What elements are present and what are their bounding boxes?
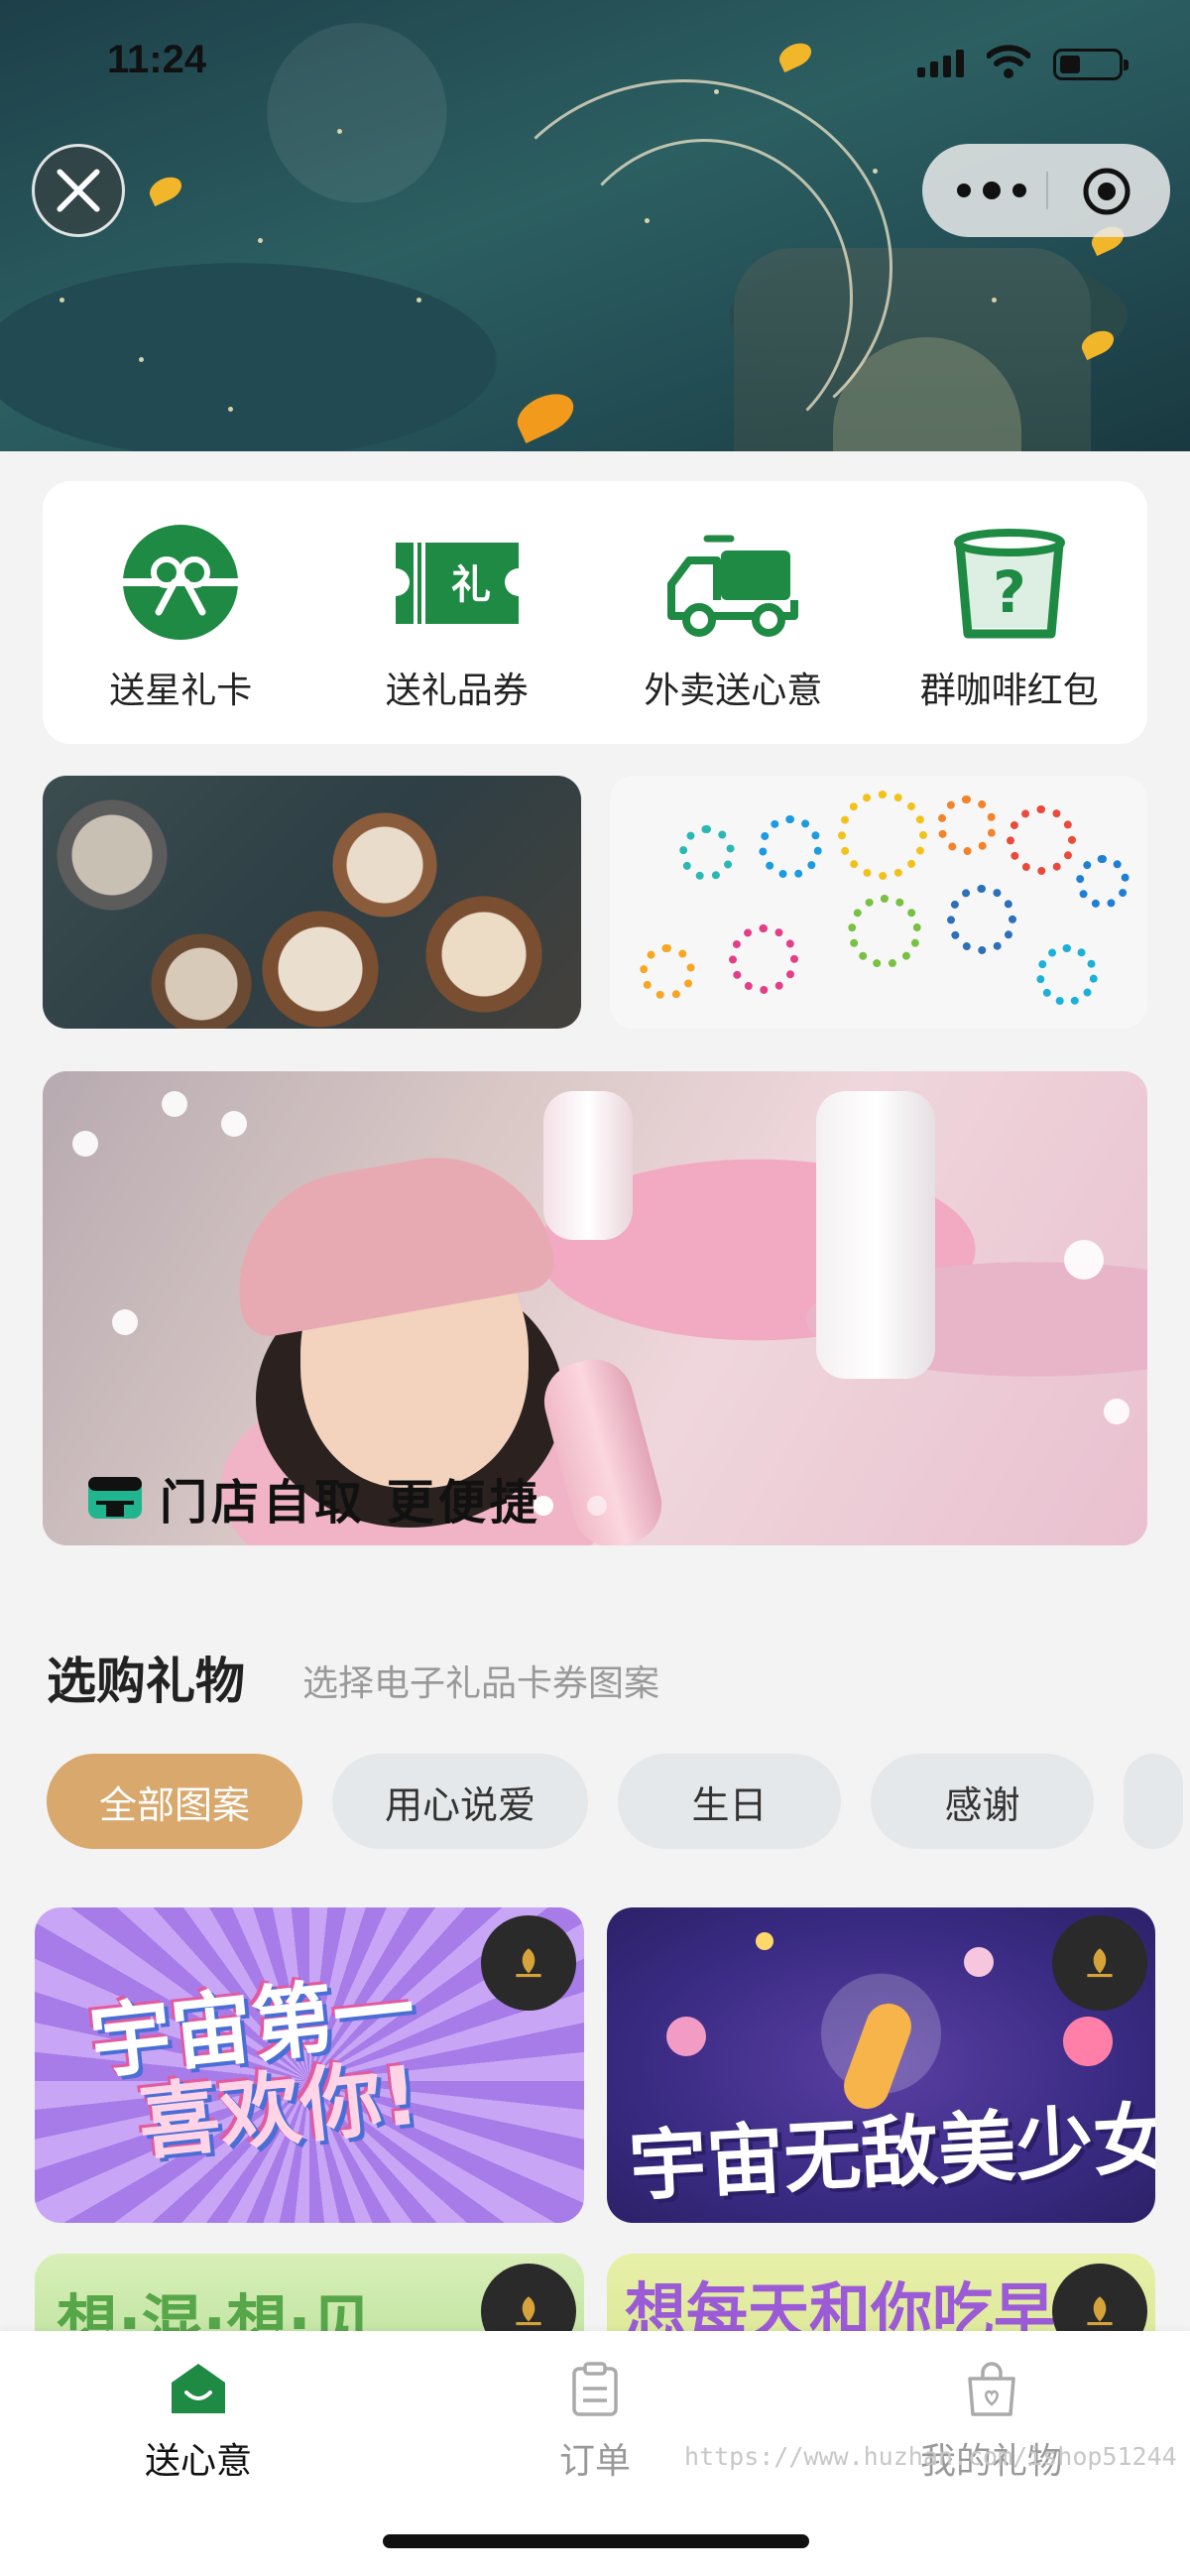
hero-banner: 11:24 [0, 0, 1190, 451]
category-chip-all[interactable]: 全部图案 [47, 1754, 302, 1849]
network-gear-shape [838, 791, 927, 880]
quick-action-star-gift-card[interactable]: 送星礼卡 [61, 521, 299, 713]
hero-star [139, 357, 144, 362]
battery-icon [1053, 49, 1129, 80]
delivery-truck-icon [667, 535, 799, 637]
close-button[interactable] [32, 144, 125, 237]
network-gear-shape [947, 885, 1016, 954]
blossom [1104, 1399, 1130, 1424]
clipboard-icon [572, 2362, 618, 2416]
svg-text:?: ? [993, 558, 1026, 626]
home-icon [172, 2364, 225, 2413]
store-pickup-icon [88, 1477, 142, 1519]
hero-star [60, 298, 64, 303]
hero-star [416, 298, 421, 303]
category-chip-love[interactable]: 用心说爱 [332, 1754, 588, 1849]
quick-action-delivery[interactable]: 外卖送心意 [614, 521, 852, 713]
blossom [72, 1131, 98, 1157]
quick-action-label: 群咖啡红包 [919, 671, 1099, 711]
gift-card-icon [123, 525, 239, 640]
network-gear-shape [1007, 805, 1076, 875]
tab-send-gift[interactable]: 送心意 [79, 2361, 317, 2484]
hero-star [228, 407, 233, 412]
network-gear-shape [937, 796, 997, 855]
category-chips: 全部图案 用心说爱 生日 感谢 [47, 1754, 1190, 1849]
gift-card-design[interactable]: 宇宙无敌美少女 [607, 1907, 1155, 2223]
gift-card-design[interactable]: 宇宙第一 喜欢你! [35, 1907, 584, 2223]
planet-shape [964, 1947, 994, 1977]
banner-tumbler [535, 1350, 671, 1545]
quick-actions: 送星礼卡 礼 送礼品券 外卖送心意 ? 群咖啡红包 [43, 481, 1147, 744]
network-gear-shape [640, 944, 695, 1000]
hero-star [873, 169, 878, 174]
category-chip-more[interactable] [1124, 1754, 1183, 1849]
blossom [112, 1309, 138, 1335]
exit-mini-program-icon[interactable] [1081, 166, 1132, 217]
wifi-icon [987, 45, 1030, 78]
watermark-text: https://www.huzhan.com/ishop51244 [684, 2442, 1177, 2471]
brand-badge-icon [1052, 1915, 1147, 2011]
home-indicator[interactable] [383, 2534, 809, 2548]
banner-caption-text: 门店自取 更便捷 [160, 1475, 541, 1531]
blossom [221, 1111, 247, 1137]
planet-shape [666, 2017, 706, 2056]
more-options-icon[interactable] [952, 179, 1031, 202]
planet-shape [1063, 2017, 1113, 2066]
hero-leaf [145, 172, 186, 207]
tab-orders[interactable]: 订单 [476, 2361, 714, 2484]
quick-action-coffee-red-packet[interactable]: ? 群咖啡红包 [891, 521, 1129, 713]
section-subtitle: 选择电子礼品卡券图案 [302, 1663, 660, 1704]
tab-label: 送心意 [144, 2441, 252, 2482]
blossom [162, 1091, 187, 1117]
quick-action-label: 外卖送心意 [644, 671, 823, 711]
brand-badge-icon [481, 1915, 576, 2011]
network-gear-shape [848, 895, 921, 968]
hero-star [992, 298, 997, 303]
network-gear-shape [1036, 944, 1098, 1006]
banner-tumbler [816, 1091, 935, 1379]
category-chip-thanks[interactable]: 感谢 [871, 1754, 1094, 1849]
capsule-divider [1046, 172, 1048, 209]
gift-card-title: 宇宙第一 喜欢你! [85, 1963, 427, 2172]
hero-star [337, 129, 342, 134]
carousel-indicator [534, 1496, 607, 1516]
quick-action-label: 送星礼卡 [109, 671, 253, 711]
carousel-dot[interactable] [587, 1496, 607, 1516]
close-icon [57, 169, 100, 212]
network-gear-shape [679, 825, 735, 881]
status-bar: 11:24 [0, 0, 1190, 119]
carousel-dot-active[interactable] [534, 1496, 553, 1516]
hero-swirl [555, 139, 853, 451]
hero-star [258, 238, 263, 243]
hero-star [645, 218, 650, 223]
quick-action-label: 送礼品券 [385, 671, 529, 711]
promo-tile-network[interactable] [610, 776, 1147, 1029]
section-title: 选购礼物 [47, 1653, 245, 1710]
network-gear-shape [759, 815, 822, 879]
planet-shape [756, 1932, 774, 1950]
cellular-signal-icon [917, 50, 964, 77]
status-time: 11:24 [107, 38, 207, 81]
quick-action-gift-voucher[interactable]: 礼 送礼品券 [338, 521, 576, 713]
ticket-icon: 礼 [395, 543, 519, 624]
gift-card-title: 宇宙无敌美少女 [627, 2094, 1155, 2213]
banner-caption: 门店自取 更便捷 [86, 1463, 541, 1533]
gift-bag-icon [968, 2362, 1015, 2416]
mystery-cup-icon: ? [953, 529, 1065, 639]
carousel-banner[interactable]: 门店自取 更便捷 [43, 1071, 1147, 1545]
tab-label: 订单 [558, 2441, 631, 2482]
promo-tile-coffee[interactable] [43, 776, 581, 1029]
network-gear-shape [1076, 855, 1130, 909]
blossom [1064, 1240, 1104, 1280]
network-gear-shape [729, 924, 798, 994]
banner-tumbler [543, 1091, 633, 1240]
mini-program-capsule [922, 144, 1170, 237]
category-chip-birthday[interactable]: 生日 [618, 1754, 841, 1849]
svg-text:礼: 礼 [451, 562, 491, 608]
